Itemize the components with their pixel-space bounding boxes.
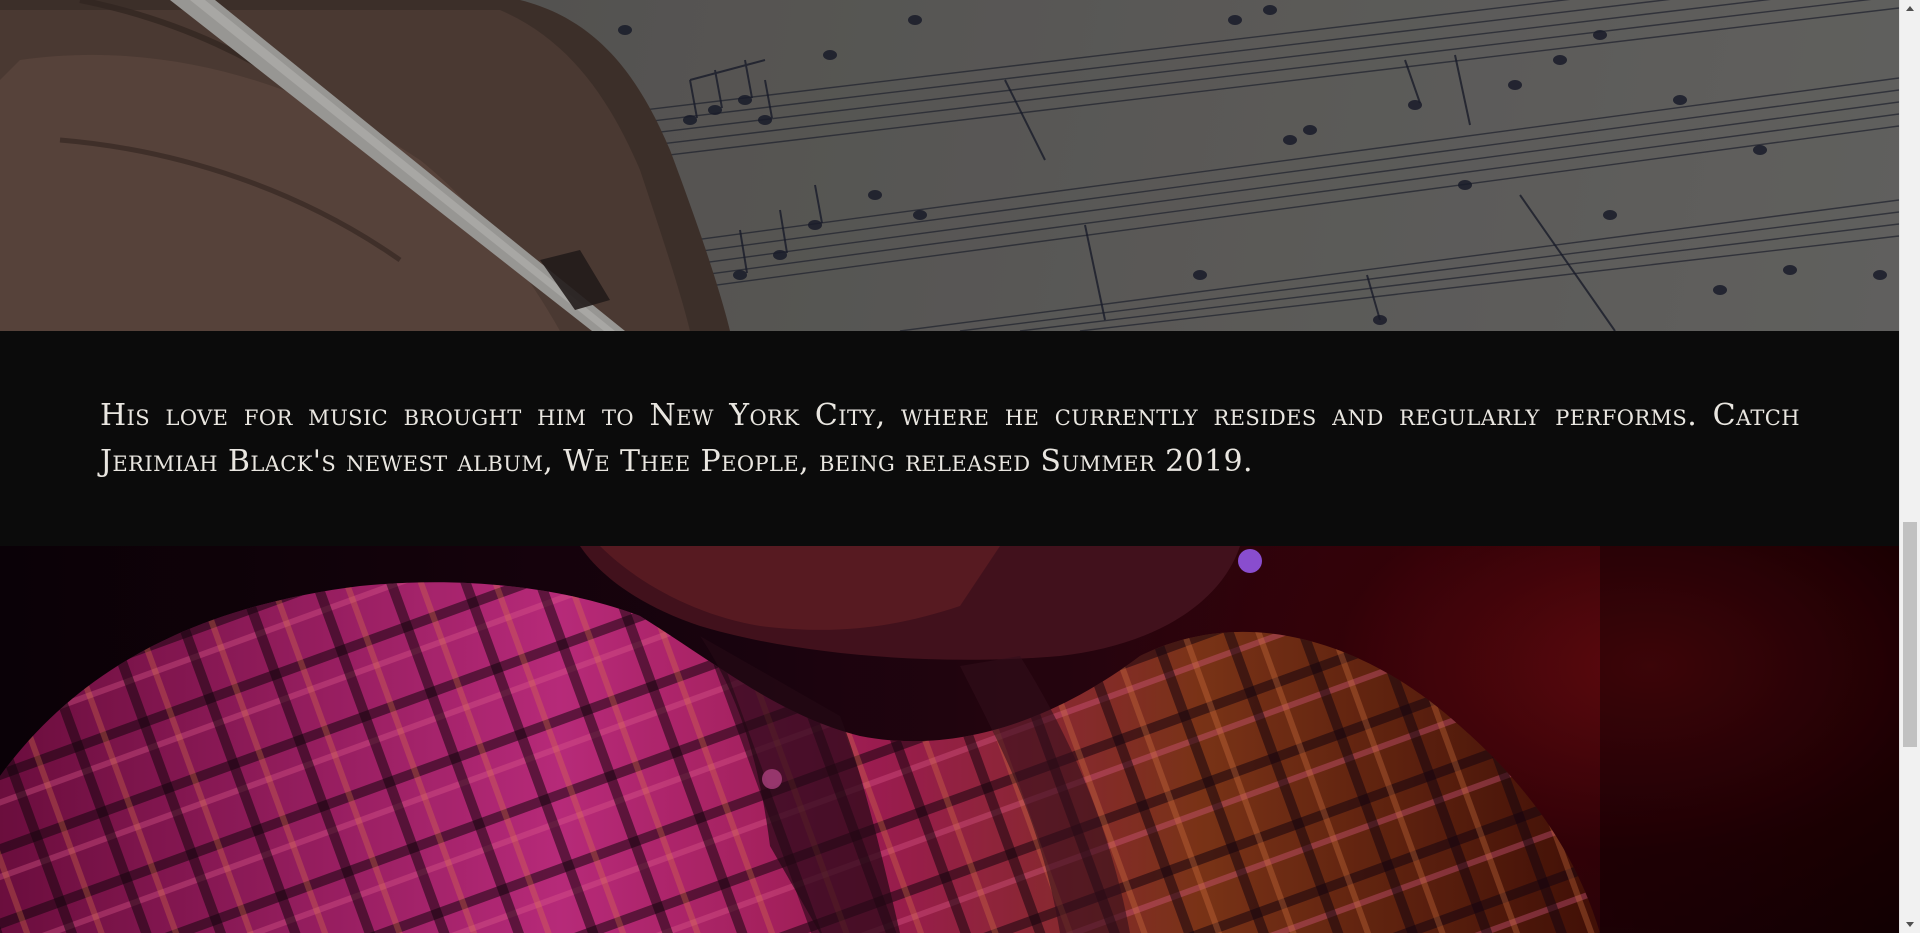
page-content: His love for music brought him to New Yo… <box>0 0 1899 933</box>
sheet-music-illustration <box>0 0 1899 331</box>
bio-paragraph: His love for music brought him to New Yo… <box>100 398 1800 479</box>
performer-illustration <box>0 546 1899 933</box>
scroll-down-button[interactable] <box>1900 916 1920 933</box>
vertical-scrollbar[interactable] <box>1899 0 1920 933</box>
sheet-music-photo <box>0 0 1899 331</box>
scroll-up-button[interactable] <box>1900 0 1920 17</box>
arrow-up-icon <box>1906 6 1914 11</box>
scrollbar-thumb[interactable] <box>1903 522 1917 747</box>
page: His love for music brought him to New Yo… <box>0 0 1920 933</box>
performer-photo <box>0 546 1899 933</box>
bio-section: His love for music brought him to New Yo… <box>0 331 1899 546</box>
arrow-down-icon <box>1906 922 1914 927</box>
